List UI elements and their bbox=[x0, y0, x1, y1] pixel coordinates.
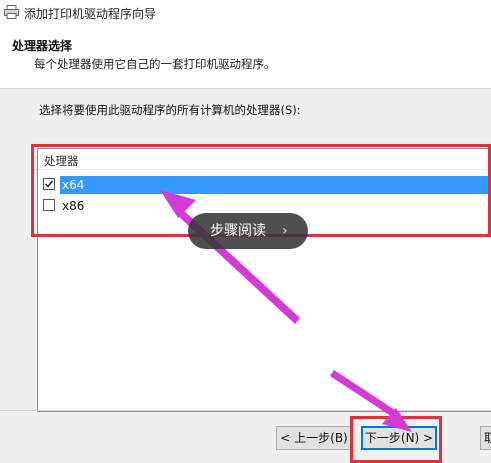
highlight-box-next bbox=[350, 416, 442, 463]
instruction-label: 选择将要使用此驱动程序的所有计算机的处理器(S): bbox=[39, 103, 301, 117]
wizard-header: 处理器选择 每个处理器使用它自己的一套打印机驱动程序。 bbox=[0, 28, 491, 89]
window-title: 添加打印机驱动程序向导 bbox=[24, 7, 157, 21]
overlay-label: 步骤阅读 bbox=[210, 223, 266, 239]
footer-divider bbox=[0, 410, 491, 411]
step-reading-overlay[interactable]: 步骤阅读 › bbox=[188, 213, 308, 249]
printer-icon bbox=[4, 5, 19, 19]
page-title: 处理器选择 bbox=[12, 39, 73, 53]
cancel-button[interactable]: 取 bbox=[480, 426, 491, 450]
chevron-right-icon: › bbox=[282, 223, 288, 239]
page-subtitle: 每个处理器使用它自己的一套打印机驱动程序。 bbox=[34, 57, 276, 71]
title-bar: 添加打印机驱动程序向导 bbox=[0, 0, 491, 28]
back-button[interactable]: < 上一步(B) bbox=[276, 426, 352, 450]
